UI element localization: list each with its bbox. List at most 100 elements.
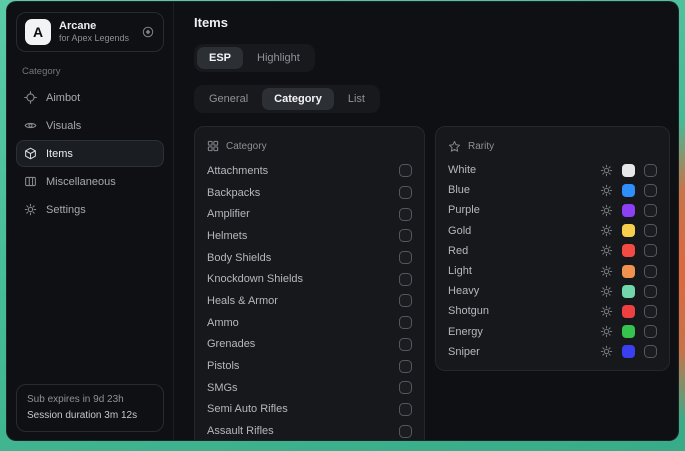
category-row: Heals & Armor [207,290,412,312]
rarity-checkbox[interactable] [644,184,657,197]
category-row: Body Shields [207,247,412,269]
panels: Category AttachmentsBackpacksAmplifierHe… [194,126,670,440]
category-panel: Category AttachmentsBackpacksAmplifierHe… [194,126,425,440]
category-row: SMGs [207,377,412,399]
rarity-checkbox[interactable] [644,265,657,278]
rarity-checkbox[interactable] [644,345,657,358]
sidebar-item-label: Visuals [46,120,81,132]
subscription-info-card: Sub expires in 9d 23h Session duration 3… [16,384,164,432]
rarity-settings-gear-icon[interactable] [600,265,613,278]
sidebar-item-label: Items [46,148,73,160]
session-duration-text: Session duration 3m 12s [27,408,153,424]
category-checkbox[interactable] [399,186,412,199]
category-row-label: Assault Rifles [207,425,274,437]
sidebar-item-label: Aimbot [46,92,80,104]
category-row-label: Pistols [207,360,239,372]
category-checkbox[interactable] [399,208,412,221]
rarity-settings-gear-icon[interactable] [600,305,613,318]
eye-icon [24,119,37,132]
category-checkbox[interactable] [399,360,412,373]
category-row: Backpacks [207,182,412,204]
rarity-row-label: Blue [448,184,470,196]
rarity-color-swatch[interactable] [622,345,635,358]
category-row-label: Body Shields [207,252,271,264]
view-tabs: GeneralCategoryList [194,85,380,113]
tab-highlight[interactable]: Highlight [245,47,312,69]
rarity-settings-gear-icon[interactable] [600,285,613,298]
rarity-row-controls [600,345,657,358]
category-row: Semi Auto Rifles [207,399,412,421]
tab-list[interactable]: List [336,88,377,110]
rarity-row-controls [600,164,657,177]
mode-tabs: ESPHighlight [194,44,315,72]
rarity-checkbox[interactable] [644,164,657,177]
sidebar-item-items[interactable]: Items [16,140,164,167]
tab-general[interactable]: General [197,88,260,110]
category-checkbox[interactable] [399,425,412,438]
category-checkbox[interactable] [399,229,412,242]
rarity-color-swatch[interactable] [622,224,635,237]
rarity-row-controls [600,265,657,278]
rarity-settings-gear-icon[interactable] [600,345,613,358]
sidebar-item-miscellaneous[interactable]: Miscellaneous [16,168,164,195]
category-checkbox[interactable] [399,381,412,394]
category-checkbox[interactable] [399,164,412,177]
rarity-color-swatch[interactable] [622,325,635,338]
rarity-rows: WhiteBluePurpleGoldRedLightHeavyShotgunE… [448,160,657,362]
category-row-label: Ammo [207,317,239,329]
rarity-row-controls [600,305,657,318]
rarity-settings-gear-icon[interactable] [600,224,613,237]
rarity-row-controls [600,244,657,257]
desktop-background: A Arcane for Apex Legends Category Aimbo… [0,0,685,451]
rarity-row: Gold [448,221,657,241]
rarity-checkbox[interactable] [644,285,657,298]
rarity-color-swatch[interactable] [622,184,635,197]
rarity-checkbox[interactable] [644,244,657,257]
rarity-checkbox[interactable] [644,325,657,338]
rarity-settings-gear-icon[interactable] [600,325,613,338]
target-icon[interactable] [141,25,155,39]
category-checkbox[interactable] [399,294,412,307]
rarity-row-controls [600,325,657,338]
tab-category[interactable]: Category [262,88,334,110]
sidebar-nav: Aimbot Visuals Items Miscellaneous Setti… [16,84,164,223]
category-row-label: Semi Auto Rifles [207,403,288,415]
sidebar-item-aimbot[interactable]: Aimbot [16,84,164,111]
rarity-color-swatch[interactable] [622,265,635,278]
tab-esp[interactable]: ESP [197,47,243,69]
rarity-settings-gear-icon[interactable] [600,164,613,177]
main-content: Items ESPHighlight GeneralCategoryList C… [174,2,678,440]
rarity-row: Shotgun [448,301,657,321]
sidebar-item-settings[interactable]: Settings [16,196,164,223]
category-checkbox[interactable] [399,338,412,351]
category-row-label: SMGs [207,382,238,394]
category-row: Attachments [207,160,412,182]
category-row: Grenades [207,334,412,356]
rarity-settings-gear-icon[interactable] [600,244,613,257]
rarity-checkbox[interactable] [644,305,657,318]
rarity-checkbox[interactable] [644,204,657,217]
rarity-settings-gear-icon[interactable] [600,204,613,217]
star-icon [448,140,461,153]
rarity-checkbox[interactable] [644,224,657,237]
category-checkbox[interactable] [399,273,412,286]
category-checkbox[interactable] [399,251,412,264]
rarity-color-swatch[interactable] [622,204,635,217]
rarity-color-swatch[interactable] [622,164,635,177]
rarity-color-swatch[interactable] [622,244,635,257]
rarity-row-controls [600,204,657,217]
sidebar-section-label: Category [22,66,160,77]
rarity-color-swatch[interactable] [622,305,635,318]
category-row-label: Heals & Armor [207,295,278,307]
crosshair-icon [24,91,37,104]
rarity-row-label: Energy [448,326,483,338]
sidebar-item-visuals[interactable]: Visuals [16,112,164,139]
grid-icon [207,140,219,152]
category-row: Pistols [207,355,412,377]
category-checkbox[interactable] [399,403,412,416]
rarity-settings-gear-icon[interactable] [600,184,613,197]
app-header-card: A Arcane for Apex Legends [16,12,164,52]
category-checkbox[interactable] [399,316,412,329]
rarity-color-swatch[interactable] [622,285,635,298]
category-row: Amplifier [207,203,412,225]
